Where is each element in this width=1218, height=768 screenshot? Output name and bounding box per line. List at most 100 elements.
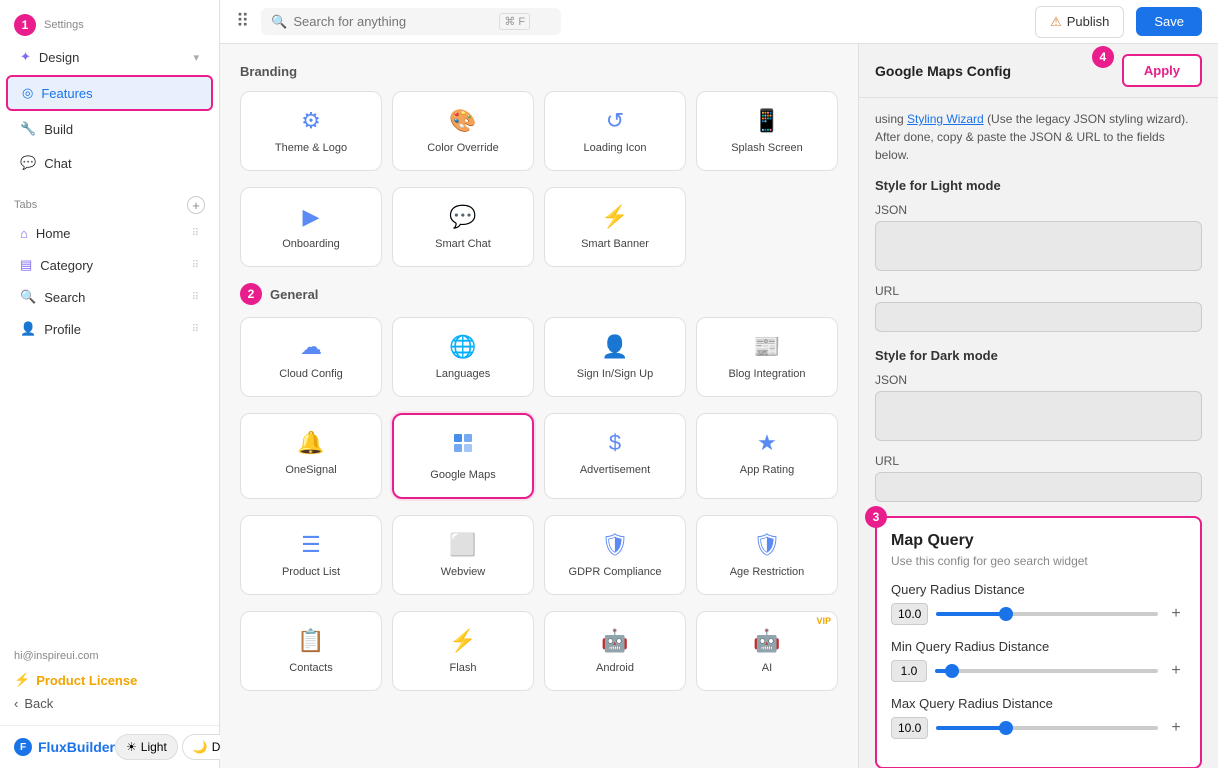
- features-icon: ◎: [22, 85, 33, 101]
- search-input[interactable]: [293, 14, 493, 29]
- feature-card-onboarding[interactable]: ▶ Onboarding: [240, 187, 382, 267]
- product-license-button[interactable]: ⚡ Product License: [14, 668, 205, 692]
- max-radius-plus[interactable]: +: [1166, 718, 1186, 738]
- query-radius-plus[interactable]: +: [1166, 604, 1186, 624]
- build-label: Build: [44, 122, 73, 137]
- android-label: Android: [596, 662, 634, 674]
- json-input-light[interactable]: [875, 221, 1202, 271]
- query-radius-label: Query Radius Distance: [891, 582, 1186, 597]
- chevron-icon: ▾: [193, 51, 199, 64]
- grid-icon[interactable]: ⠿: [236, 11, 249, 32]
- blog-icon: 📰: [753, 334, 780, 360]
- back-button[interactable]: ‹ Back: [14, 692, 205, 715]
- right-panel-body: using Styling Wizard (Use the legacy JSO…: [859, 98, 1218, 768]
- dark-mode-label: Style for Dark mode: [875, 348, 1202, 363]
- query-radius-value: 10.0: [891, 603, 928, 625]
- color-override-icon: 🎨: [449, 108, 476, 134]
- query-radius-row: Query Radius Distance 10.0 +: [891, 582, 1186, 625]
- feature-card-google-maps[interactable]: Google Maps: [392, 413, 534, 499]
- apply-button[interactable]: Apply: [1122, 54, 1202, 87]
- google-maps-icon: [451, 431, 475, 461]
- general-grid-2: 🔔 OneSignal Google Maps $: [240, 413, 838, 499]
- design-icon: ✦: [20, 49, 31, 65]
- min-radius-row: Min Query Radius Distance 1.0 +: [891, 639, 1186, 682]
- search-bar[interactable]: 🔍 ⌘ F: [261, 8, 561, 35]
- age-restriction-label: Age Restriction: [730, 566, 805, 578]
- light-theme-button[interactable]: ☀ Light: [115, 734, 178, 760]
- sidebar-item-build[interactable]: 🔧 Build: [6, 113, 213, 145]
- url-input-light[interactable]: [875, 302, 1202, 332]
- main-container: ⠿ 🔍 ⌘ F ⚠ Publish Save Branding ⚙ Theme …: [220, 0, 1218, 768]
- feature-card-theme-logo[interactable]: ⚙ Theme & Logo: [240, 91, 382, 171]
- add-tab-button[interactable]: +: [187, 196, 205, 214]
- badge-2: 2: [240, 283, 262, 305]
- drag-handle-profile[interactable]: ⠿: [192, 324, 199, 335]
- general-title: General: [270, 287, 318, 302]
- styling-wizard-link[interactable]: Styling Wizard: [907, 112, 984, 126]
- android-icon: 🤖: [601, 628, 628, 654]
- publish-icon: ⚠: [1050, 14, 1062, 30]
- feature-card-loading-icon[interactable]: ↺ Loading Icon: [544, 91, 686, 171]
- feature-card-app-rating[interactable]: ★ App Rating: [696, 413, 838, 499]
- home-label: Home: [36, 226, 71, 241]
- sidebar-tab-search[interactable]: 🔍 Search ⠿: [6, 282, 213, 312]
- onesignal-icon: 🔔: [297, 430, 324, 456]
- url-input-dark[interactable]: [875, 472, 1202, 502]
- feature-card-flash[interactable]: ⚡ Flash: [392, 611, 534, 691]
- drag-handle-home[interactable]: ⠿: [192, 228, 199, 239]
- feature-card-contacts[interactable]: 📋 Contacts: [240, 611, 382, 691]
- query-radius-slider[interactable]: [936, 612, 1158, 616]
- min-radius-plus[interactable]: +: [1166, 661, 1186, 681]
- cloud-config-label: Cloud Config: [279, 368, 343, 380]
- sidebar-tab-home[interactable]: ⌂ Home ⠿: [6, 219, 213, 248]
- sidebar-item-chat[interactable]: 💬 Chat: [6, 147, 213, 179]
- feature-card-product-list[interactable]: ☰ Product List: [240, 515, 382, 595]
- sun-icon: ☀: [126, 740, 137, 754]
- feature-card-age-restriction[interactable]: 🛡 Age Restriction: [696, 515, 838, 595]
- smart-banner-icon: ⚡: [601, 204, 628, 230]
- json-input-dark[interactable]: [875, 391, 1202, 441]
- languages-label: Languages: [436, 368, 490, 380]
- feature-card-smart-banner[interactable]: ⚡ Smart Banner: [544, 187, 686, 267]
- feature-card-sign-in-up[interactable]: 👤 Sign In/Sign Up: [544, 317, 686, 397]
- flash-icon: ⚡: [449, 628, 476, 654]
- min-radius-value: 1.0: [891, 660, 927, 682]
- product-list-label: Product List: [282, 566, 340, 578]
- feature-card-color-override[interactable]: 🎨 Color Override: [392, 91, 534, 171]
- sidebar-item-design[interactable]: ✦ Design ▾: [6, 41, 213, 73]
- google-maps-label: Google Maps: [430, 469, 495, 481]
- map-query-section: Map Query Use this config for geo search…: [875, 516, 1202, 768]
- feature-card-blog-integration[interactable]: 📰 Blog Integration: [696, 317, 838, 397]
- feature-card-languages[interactable]: 🌐 Languages: [392, 317, 534, 397]
- feature-card-splash-screen[interactable]: 📱 Splash Screen: [696, 91, 838, 171]
- empty-card-1: [696, 187, 838, 267]
- sidebar-item-features[interactable]: ◎ Features: [6, 75, 213, 111]
- feature-card-gdpr[interactable]: 🛡 GDPR Compliance: [544, 515, 686, 595]
- content-area: Branding ⚙ Theme & Logo 🎨 Color Override…: [220, 44, 1218, 768]
- sidebar: 1 Settings ✦ Design ▾ ◎ Features 🔧 Build…: [0, 0, 220, 768]
- save-button[interactable]: Save: [1136, 7, 1202, 36]
- min-radius-slider[interactable]: [935, 669, 1158, 673]
- feature-card-android[interactable]: 🤖 Android: [544, 611, 686, 691]
- drag-handle-search[interactable]: ⠿: [192, 292, 199, 303]
- back-icon: ‹: [14, 696, 18, 711]
- color-override-label: Color Override: [427, 142, 499, 154]
- smart-chat-icon: 💬: [449, 204, 476, 230]
- json-label-dark: JSON: [875, 373, 1202, 387]
- cloud-config-icon: ☁: [300, 334, 322, 360]
- sidebar-tab-profile[interactable]: 👤 Profile ⠿: [6, 314, 213, 344]
- feature-card-cloud-config[interactable]: ☁ Cloud Config: [240, 317, 382, 397]
- flux-dot: F: [14, 738, 32, 756]
- feature-card-advertisement[interactable]: $ Advertisement: [544, 413, 686, 499]
- sidebar-tab-category[interactable]: ▤ Category ⠿: [6, 250, 213, 280]
- feature-card-onesignal[interactable]: 🔔 OneSignal: [240, 413, 382, 499]
- feature-card-webview[interactable]: ⬜ Webview: [392, 515, 534, 595]
- profile-label: Profile: [44, 322, 81, 337]
- max-radius-slider[interactable]: [936, 726, 1158, 730]
- feature-card-ai[interactable]: VIP 🤖 AI: [696, 611, 838, 691]
- drag-handle-category[interactable]: ⠿: [192, 260, 199, 271]
- publish-button[interactable]: ⚠ Publish: [1035, 6, 1124, 38]
- product-list-icon: ☰: [301, 532, 321, 558]
- feature-card-smart-chat[interactable]: 💬 Smart Chat: [392, 187, 534, 267]
- badge-1: 1: [14, 14, 36, 36]
